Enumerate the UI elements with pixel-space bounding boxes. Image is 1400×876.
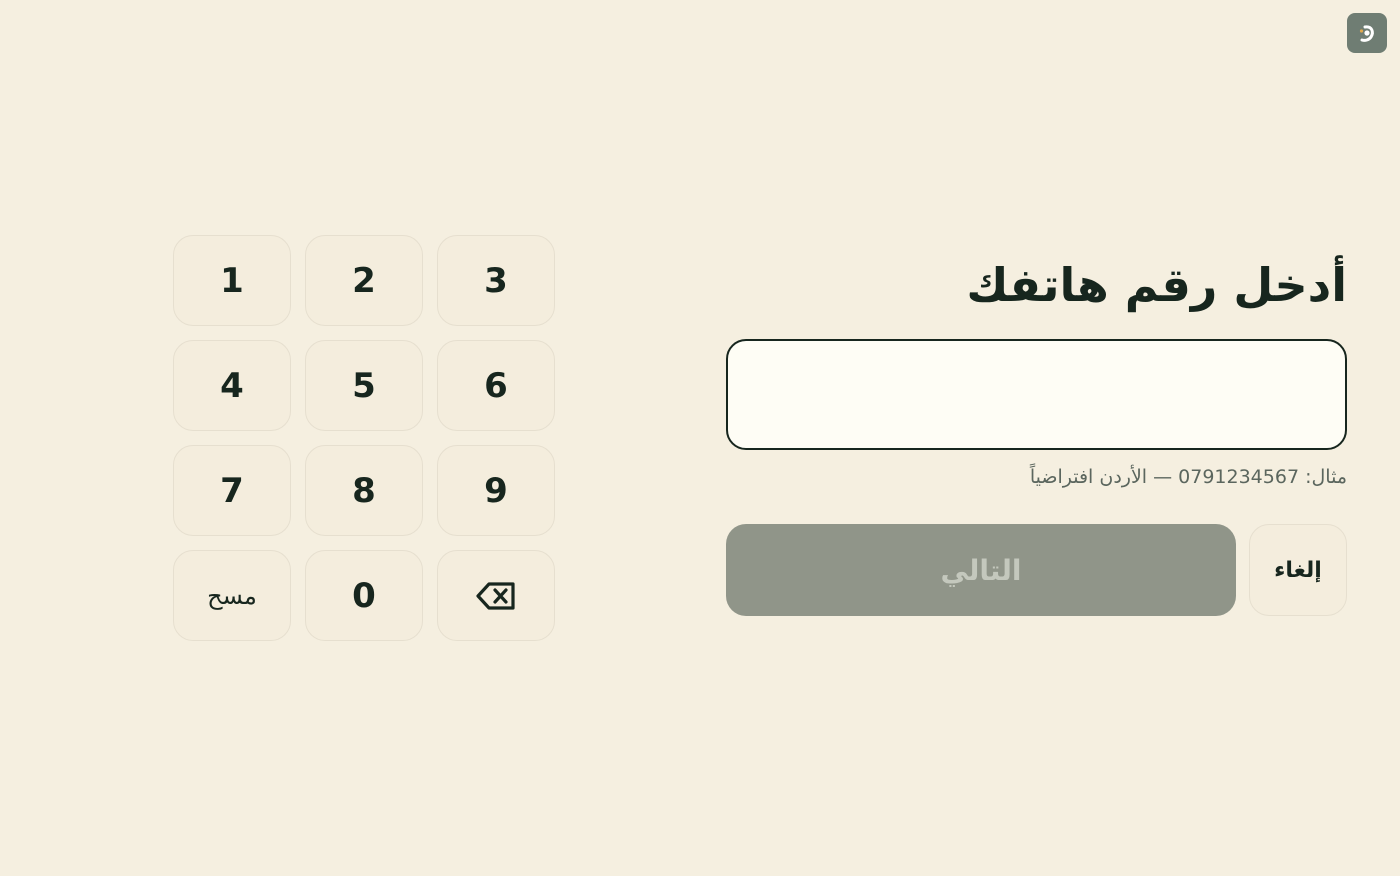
key-6[interactable]: 6 (437, 340, 555, 431)
key-7[interactable]: 7 (173, 445, 291, 536)
phone-number-input[interactable] (726, 339, 1347, 450)
key-5[interactable]: 5 (305, 340, 423, 431)
clear-key[interactable]: مسح (173, 550, 291, 641)
key-2[interactable]: 2 (305, 235, 423, 326)
phone-hint: مثال: 0791234567 — الأردن افتراضياً (1029, 466, 1347, 488)
key-3[interactable]: 3 (437, 235, 555, 326)
key-1[interactable]: 1 (173, 235, 291, 326)
page-title: أدخل رقم هاتفك (966, 258, 1347, 312)
key-0[interactable]: 0 (305, 550, 423, 641)
brand-logo-icon (1359, 25, 1374, 42)
numeric-keypad: 1 2 3 4 5 6 7 8 9 مسح 0 (173, 235, 555, 641)
key-9[interactable]: 9 (437, 445, 555, 536)
brand-logo (1347, 13, 1387, 53)
backspace-key[interactable] (437, 550, 555, 641)
key-4[interactable]: 4 (173, 340, 291, 431)
next-button[interactable]: التالي (726, 524, 1236, 616)
cancel-button[interactable]: إلغاء (1249, 524, 1347, 616)
key-8[interactable]: 8 (305, 445, 423, 536)
backspace-icon (476, 581, 515, 610)
